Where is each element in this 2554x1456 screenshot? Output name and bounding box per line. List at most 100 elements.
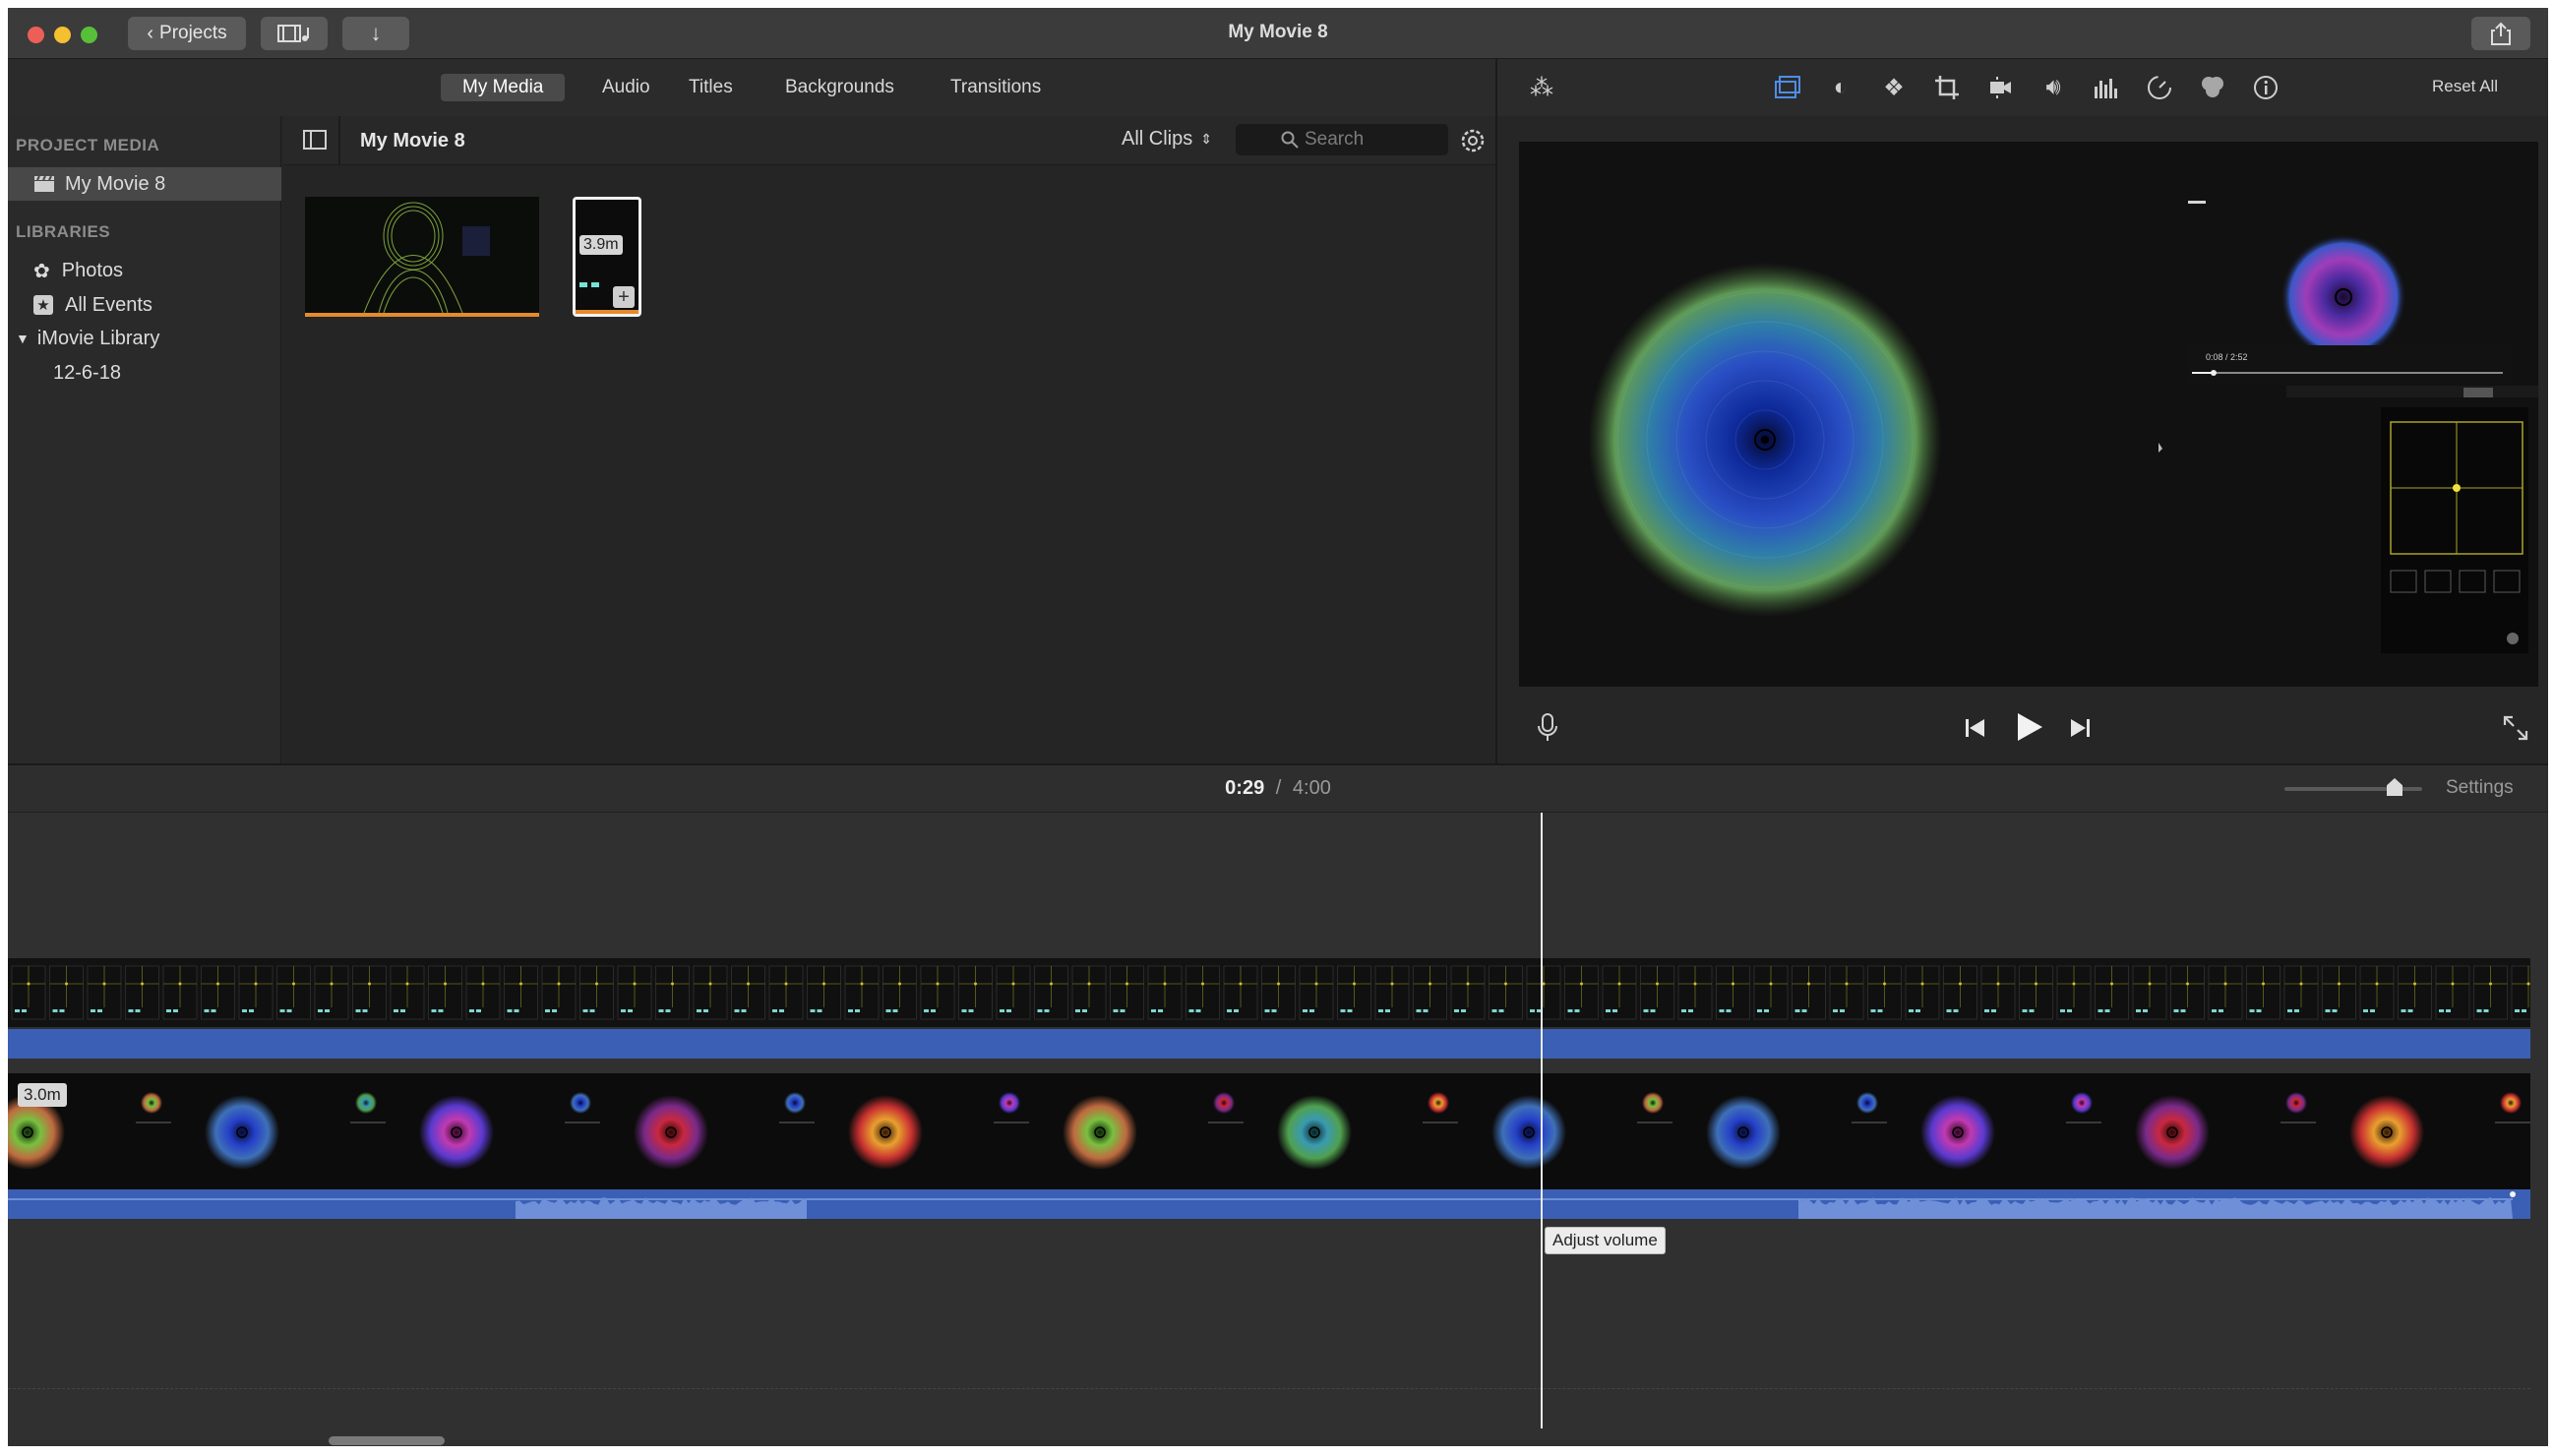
tab-transitions[interactable]: Transitions xyxy=(929,74,1063,101)
overlay-frame xyxy=(49,965,84,1020)
overlay-frame xyxy=(2283,965,2319,1020)
overlay-frame xyxy=(920,965,955,1020)
overlay-frame xyxy=(617,965,652,1020)
add-clip-icon[interactable]: + xyxy=(613,286,635,308)
overlay-frame xyxy=(1943,965,1977,1020)
overlay-frame xyxy=(2056,965,2092,1020)
sidebar-item-imovie-library[interactable]: ▼ iMovie Library xyxy=(8,322,281,355)
timeline-settings-button[interactable]: Settings xyxy=(2446,777,2514,799)
main-clip-frames xyxy=(8,1079,2530,1183)
overlay-frame xyxy=(352,965,387,1020)
media-clip-thumbnail[interactable] xyxy=(305,197,539,317)
stabilization-icon[interactable] xyxy=(1985,73,2015,102)
skip-back-icon[interactable] xyxy=(1964,717,1987,739)
total-time: 4:00 xyxy=(1292,777,1331,799)
main-frame xyxy=(982,1079,1192,1183)
timeline[interactable]: 3.0m Adjust volume xyxy=(8,813,2548,1446)
tab-backgrounds[interactable]: Backgrounds xyxy=(763,74,916,101)
overlay-frame xyxy=(125,965,159,1020)
equalizer-icon[interactable] xyxy=(2092,73,2121,102)
color-balance-icon[interactable]: ◐ xyxy=(1826,73,1855,102)
overlay-frame xyxy=(882,965,917,1020)
overlay-frame xyxy=(1450,965,1486,1020)
play-icon[interactable] xyxy=(2015,711,2044,743)
horizontal-scrollbar[interactable] xyxy=(329,1436,445,1445)
zoom-slider[interactable] xyxy=(2284,778,2422,796)
overlay-frame xyxy=(1564,965,1599,1020)
media-header: My Movie 8 All Clips ⇕ Search xyxy=(283,116,1495,165)
overlay-frame xyxy=(958,965,993,1020)
overlay-frame xyxy=(504,965,538,1020)
sidebar-item-all-events[interactable]: ★ All Events xyxy=(8,288,281,322)
volume-tooltip: Adjust volume xyxy=(1545,1227,1666,1254)
overlay-frame xyxy=(428,965,462,1020)
overlay-frame xyxy=(1905,965,1940,1020)
skip-forward-icon[interactable] xyxy=(2068,717,2092,739)
crop-icon[interactable] xyxy=(1932,73,1962,102)
overlay-frame xyxy=(1602,965,1637,1020)
viewer-canvas[interactable]: 0:08 / 2:52 xyxy=(1519,142,2538,687)
gear-icon[interactable] xyxy=(1460,128,1486,153)
overlay-frame xyxy=(1489,965,1523,1020)
sidebar-item-photos[interactable]: ✿ Photos xyxy=(8,254,281,287)
clip-filter-select[interactable]: All Clips ⇕ xyxy=(1122,128,1212,151)
tab-audio[interactable]: Audio xyxy=(580,74,672,101)
overlay-frame xyxy=(655,965,690,1020)
overlay-frame xyxy=(1640,965,1674,1020)
volume-icon[interactable]: 🔊︎ xyxy=(2038,73,2068,102)
sidebar-item-project[interactable]: My Movie 8 xyxy=(8,167,281,201)
overlay-frame xyxy=(1867,965,1902,1020)
libraries-sidebar: PROJECT MEDIA My Movie 8 LIBRARIES ✿ Pho… xyxy=(8,116,281,763)
sidebar-item-event[interactable]: 12-6-18 xyxy=(8,356,281,390)
time-separator: / xyxy=(1275,777,1282,799)
main-frame xyxy=(2054,1079,2265,1183)
overlay-frame xyxy=(87,965,122,1020)
filter-icon[interactable] xyxy=(2198,73,2227,102)
media-title: My Movie 8 xyxy=(360,130,465,152)
search-field[interactable]: Search xyxy=(1236,124,1448,155)
microphone-icon[interactable] xyxy=(1537,713,1558,743)
libraries-heading: LIBRARIES xyxy=(16,222,111,241)
overlay-frame xyxy=(2322,965,2356,1020)
info-icon[interactable] xyxy=(2251,73,2280,102)
clip-duration-badge: 3.9m xyxy=(579,235,623,255)
search-input[interactable]: Search xyxy=(1305,129,1364,151)
reset-all-button[interactable]: Reset All xyxy=(2432,77,2498,96)
overlay-clip-frames xyxy=(11,965,2530,1020)
window-title: My Movie 8 xyxy=(1228,22,1328,42)
color-palette-icon[interactable]: ❖ xyxy=(1879,73,1909,102)
overlay-clip-filmstrip[interactable] xyxy=(8,958,2530,1027)
magic-wand-icon[interactable]: ⁂ xyxy=(1527,73,1556,102)
sidebar-item-label: Photos xyxy=(61,259,124,281)
sidebar-item-label: My Movie 8 xyxy=(65,172,166,195)
sidebar-item-label: All Events xyxy=(65,293,152,316)
crop-to-fill-icon[interactable] xyxy=(1773,73,1802,102)
title-bar: ‹ Projects ↓ My Movie 8 xyxy=(8,8,2548,59)
main-clip-filmstrip[interactable]: 3.0m xyxy=(8,1073,2530,1189)
overlay-frame xyxy=(2208,965,2243,1020)
current-time: 0:29 xyxy=(1225,777,1265,799)
mini-player-time: 0:08 / 2:52 xyxy=(2206,352,2248,362)
main-frame xyxy=(2483,1079,2530,1183)
overlay-frame xyxy=(541,965,577,1020)
speed-icon[interactable] xyxy=(2145,73,2174,102)
tab-titles[interactable]: Titles xyxy=(667,74,755,101)
share-button[interactable] xyxy=(2471,17,2530,50)
project-media-heading: PROJECT MEDIA xyxy=(16,136,160,154)
overlay-frame xyxy=(238,965,274,1020)
sidebar-toggle-icon[interactable] xyxy=(303,130,327,150)
overlay-clip-audio-bar[interactable] xyxy=(8,1029,2530,1059)
pane-divider[interactable] xyxy=(1495,59,1497,763)
main-clip-audio-waveform[interactable] xyxy=(8,1189,2530,1219)
clapper-icon xyxy=(34,175,54,192)
overlay-frame xyxy=(1223,965,1258,1020)
fullscreen-icon[interactable] xyxy=(2503,715,2528,741)
clip-filter-label: All Clips xyxy=(1122,128,1193,150)
main-frame xyxy=(553,1079,763,1183)
tab-my-media[interactable]: My Media xyxy=(441,74,566,101)
disclosure-triangle-icon[interactable]: ▼ xyxy=(16,331,30,346)
media-clip-thumbnail-selected[interactable]: 3.9m + xyxy=(573,197,641,317)
overlay-frame xyxy=(1413,965,1447,1020)
playhead[interactable] xyxy=(1541,813,1543,1428)
overlay-frame xyxy=(1829,965,1864,1020)
